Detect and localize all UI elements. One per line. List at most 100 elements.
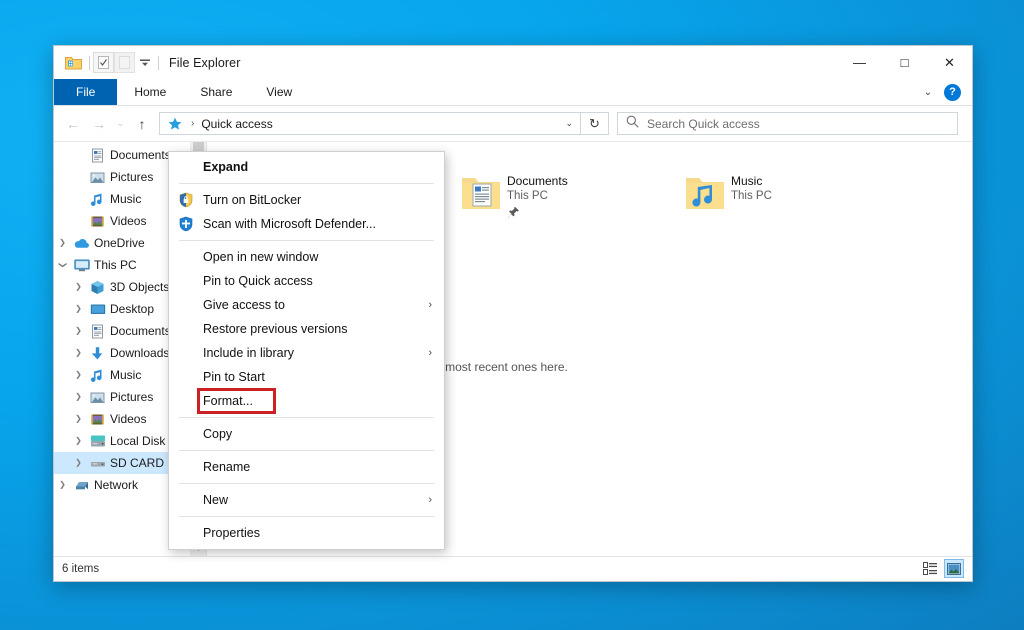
forward-button[interactable]: → [86,111,112,137]
status-bar: 6 items [54,556,972,581]
folder-documents-icon [455,172,507,212]
chevron-right-icon[interactable]: ❯ [70,371,87,379]
sidebar-item-label: Documents [110,324,171,338]
menu-item-give-access-to[interactable]: Give access to › [169,293,444,317]
qat-divider-1 [89,55,90,70]
minimize-button[interactable]: — [837,46,882,79]
menu-item-label: Copy [203,427,233,441]
menu-separator [179,183,434,184]
window-title: File Explorer [169,55,241,70]
documents-icon [87,148,108,163]
view-buttons [920,559,964,578]
sidebar-item-label: Documents [110,148,171,162]
pictures-icon [87,170,108,185]
recent-locations-button[interactable]: ⌄ [112,111,129,137]
menu-item-label: Properties [203,526,260,540]
search-input[interactable]: Search Quick access [647,117,760,131]
chevron-down-icon[interactable]: ⌄ [565,118,576,129]
sidebar-item-label: Pictures [110,170,154,184]
chevron-down-icon[interactable]: ❯ [59,257,68,274]
sidebar-item-label: Downloads [110,346,170,360]
videos-icon [87,214,108,229]
menu-item-new[interactable]: New › [169,488,444,512]
tile-subtitle: This PC [507,190,548,202]
refresh-button[interactable]: ↻ [581,112,609,135]
downloads-icon [87,346,108,361]
menu-item-label: Turn on BitLocker [203,193,302,207]
tile-text: Music This PC [731,172,772,204]
menu-item-copy[interactable]: Copy [169,422,444,446]
chevron-right-icon[interactable]: ❯ [70,459,87,467]
sidebar-item-label: Videos [110,412,147,426]
menu-item-label: Scan with Microsoft Defender... [203,217,376,231]
back-button[interactable]: ← [60,111,86,137]
sidebar-item-label: This PC [94,258,137,272]
chevron-right-icon[interactable]: ❯ [70,437,87,445]
menu-item-include-in-library[interactable]: Include in library › [169,341,444,365]
music-icon [87,368,108,383]
tile-title: Documents [507,174,568,188]
explorer-folder-icon[interactable] [60,52,86,74]
chevron-right-icon[interactable]: ❯ [70,415,87,423]
item-count: 6 items [62,563,100,575]
search-box[interactable]: Search Quick access [617,112,958,135]
qat-divider-2 [158,55,159,70]
title-bar: File Explorer — □ ✕ [54,46,972,79]
folder-music-icon [679,172,731,212]
address-bar[interactable]: › Quick access ⌄ [159,112,581,135]
sidebar-item-label: Music [110,368,142,382]
menu-item-turn-on-bitlocker[interactable]: Turn on BitLocker [169,188,444,212]
search-icon [626,115,639,133]
chevron-right-icon[interactable]: ❯ [54,481,71,489]
menu-item-label: Restore previous versions [203,322,348,336]
menu-item-pin-to-quick-access[interactable]: Pin to Quick access [169,269,444,293]
chevron-right-icon[interactable]: ❯ [70,393,87,401]
customize-qat-caret-icon[interactable] [135,52,155,73]
submenu-chevron-right-icon: › [428,347,432,359]
tile-music[interactable]: Music This PC [679,166,889,232]
menu-separator [179,240,434,241]
menu-item-format[interactable]: Format... [197,388,276,414]
tab-share[interactable]: Share [183,79,249,105]
chevron-right-icon[interactable]: ❯ [70,327,87,335]
details-view-button[interactable] [920,559,940,578]
tab-file[interactable]: File [54,79,118,105]
quick-access-star-icon [168,117,182,131]
tile-documents[interactable]: Documents This PC [455,166,665,232]
menu-item-open-in-new-window[interactable]: Open in new window [169,245,444,269]
menu-item-restore-previous-versions[interactable]: Restore previous versions [169,317,444,341]
menu-item-scan-with-microsoft-defender[interactable]: Scan with Microsoft Defender... [169,212,444,236]
defender-shield-icon [169,216,203,232]
sidebar-item-label: Pictures [110,390,154,404]
menu-item-pin-to-start[interactable]: Pin to Start [169,365,444,389]
ribbon-right-controls: ⌄ ? [918,79,968,105]
chevron-right-icon[interactable]: ❯ [54,239,71,247]
this-pc-icon [71,258,92,273]
properties-icon[interactable] [93,52,114,73]
network-icon [71,478,92,492]
menu-item-label: Pin to Quick access [203,274,313,288]
menu-item-rename[interactable]: Rename [169,455,444,479]
maximize-button[interactable]: □ [882,46,927,79]
menu-item-label: Open in new window [203,250,319,264]
close-button[interactable]: ✕ [927,46,972,79]
help-icon[interactable]: ? [944,83,961,101]
tab-view[interactable]: View [249,79,309,105]
new-folder-icon[interactable] [114,52,135,73]
tab-home[interactable]: Home [117,79,183,105]
3d-objects-icon [87,280,108,295]
onedrive-icon [71,236,92,251]
chevron-right-icon[interactable]: ❯ [70,305,87,313]
menu-item-expand[interactable]: Expand [169,155,444,179]
ribbon-tab-bar: File Home Share View ⌄ ? [54,79,972,106]
chevron-right-icon[interactable]: ❯ [70,283,87,291]
quick-access-toolbar: File Explorer [54,52,240,74]
menu-item-properties[interactable]: Properties [169,521,444,545]
chevron-down-icon[interactable]: ⌄ [918,82,938,102]
chevron-right-icon[interactable]: ❯ [70,349,87,357]
breadcrumb: Quick access [201,116,273,131]
tile-title: Music [731,174,763,188]
menu-separator [179,483,434,484]
up-button[interactable]: ↑ [129,111,155,137]
large-icons-view-button[interactable] [944,559,964,578]
